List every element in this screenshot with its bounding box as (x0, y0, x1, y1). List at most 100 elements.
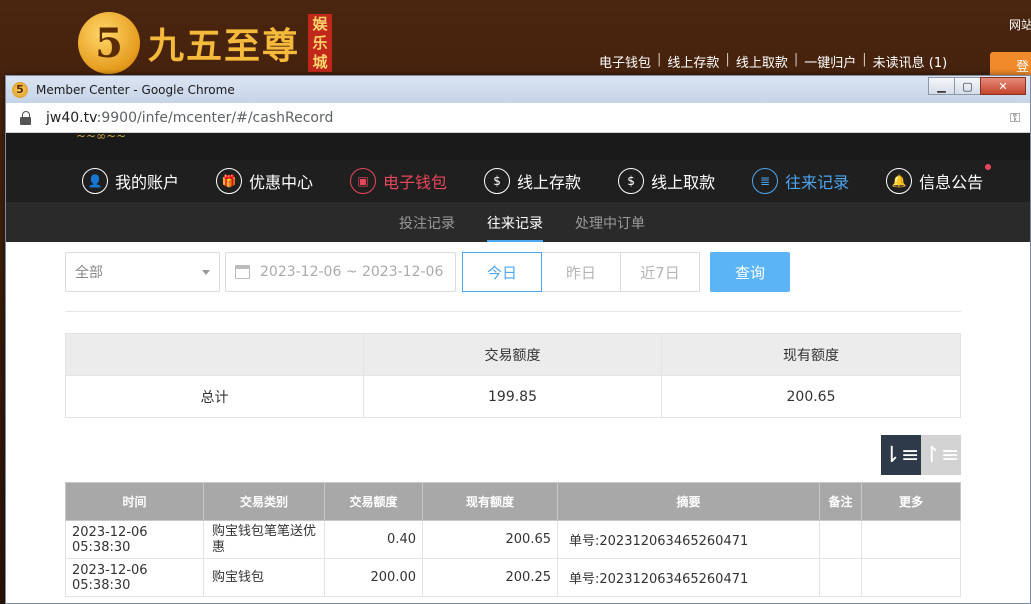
site-header: ~~∞~~ (6, 133, 1030, 160)
summary-header (65, 333, 364, 376)
sort-asc-icon[interactable]: ↾≡ (921, 435, 961, 475)
today-button[interactable]: 今日 (462, 252, 542, 292)
cell-amount: 200.00 (324, 558, 423, 597)
minimize-icon[interactable]: ▁ (928, 77, 955, 95)
column-header-more: 更多 (861, 482, 961, 521)
favicon-icon: 5 (12, 81, 28, 98)
nav-label: 往来记录 (785, 173, 850, 192)
nav-item-announcements[interactable]: 🔔 信息公告 (886, 164, 992, 194)
separator: | (793, 52, 799, 67)
top-link-deposit[interactable]: 线上存款 (667, 52, 719, 71)
gift-icon: 🎁 (216, 168, 243, 194)
summary-header-row: 交易额度 现有额度 (65, 333, 961, 376)
summary-header: 交易额度 (363, 333, 662, 376)
filter-bar: 全部 2023-12-06 ~ 2023-12-06 今日 昨日 近7日 查询 (65, 252, 1030, 292)
page-content: ~~∞~~ 👤 我的账户 🎁 优惠中心 ▣ 电子钱包 $ 线上存款 $ 线上取款 (6, 133, 1030, 603)
site-logo[interactable]: 5 九五至尊 娱 乐 城 (78, 12, 333, 74)
address-bar[interactable]: jw40.tv:9900/infe/mcenter/#/cashRecord ⚿ (6, 103, 1030, 133)
column-header-amount: 交易额度 (324, 482, 423, 521)
sort-desc-icon[interactable]: ⇂≡ (881, 435, 921, 475)
table-row: 2023-12-06 05:38:30 购宝钱包笔笔送优惠 0.40 200.6… (65, 520, 961, 559)
summary-amount: 199.85 (363, 375, 662, 418)
top-link-consolidate[interactable]: 一键归户 (804, 52, 856, 71)
logo-tag-char: 乐 (312, 33, 328, 52)
column-header-balance: 现有额度 (422, 482, 558, 521)
top-link-withdraw[interactable]: 线上取款 (736, 52, 788, 71)
notification-dot (985, 164, 992, 170)
window-controls: ▁ ▢ ✕ (928, 77, 1026, 95)
top-link-messages[interactable]: 未读讯息 (1) (873, 52, 948, 71)
cell-amount: 0.40 (324, 520, 423, 559)
url-host: jw40.tv (46, 109, 97, 126)
logo-tag: 娱 乐 城 (308, 14, 333, 72)
logo-tag-char: 娱 (312, 14, 328, 33)
summary-row: 总计 199.85 200.65 (65, 375, 961, 418)
cell-remark (819, 558, 862, 597)
url-text[interactable]: jw40.tv:9900/infe/mcenter/#/cashRecord (46, 110, 333, 126)
query-button[interactable]: 查询 (710, 252, 790, 292)
column-header-memo: 摘要 (557, 482, 820, 521)
cell-memo: 单号:202312063465260471 (557, 558, 820, 597)
maximize-icon[interactable]: ▢ (954, 77, 981, 95)
cell-remark (819, 520, 862, 559)
cell-balance: 200.65 (422, 520, 558, 559)
cell-time: 2023-12-06 05:38:30 (65, 520, 204, 559)
tab-bet-records[interactable]: 投注记录 (383, 202, 471, 242)
window-title: Member Center - Google Chrome (36, 82, 235, 97)
title-bar[interactable]: 5 Member Center - Google Chrome ▁ ▢ ✕ (6, 76, 1030, 103)
column-header-time: 时间 (65, 482, 204, 521)
type-select[interactable]: 全部 (65, 252, 220, 292)
close-icon[interactable]: ✕ (980, 77, 1026, 95)
cell-type: 购宝钱包笔笔送优惠 (203, 520, 325, 559)
column-header-type: 交易类别 (203, 482, 325, 521)
record-icon: ≣ (752, 168, 779, 194)
separator: | (657, 52, 662, 67)
date-range-input[interactable]: 2023-12-06 ~ 2023-12-06 (225, 252, 456, 292)
deposit-icon: $ (484, 168, 511, 194)
sub-nav: 投注记录 往来记录 处理中订单 (6, 202, 1030, 242)
nav-label: 线上存款 (517, 173, 582, 192)
summary-label: 总计 (65, 375, 364, 418)
lock-icon[interactable] (20, 110, 32, 125)
corner-text: 网站 (1009, 18, 1031, 32)
cell-memo: 单号:202312063465260471 (557, 520, 820, 559)
last-7-days-button[interactable]: 近7日 (620, 252, 700, 292)
logo-emblem: 5 (78, 12, 140, 74)
sort-buttons: ⇂≡ ↾≡ (65, 435, 961, 475)
summary-table: 交易额度 现有额度 总计 199.85 200.65 (65, 333, 961, 418)
top-link-wallet[interactable]: 电子钱包 (599, 52, 651, 71)
nav-item-wallet[interactable]: ▣ 电子钱包 (350, 168, 447, 194)
date-range-value: 2023-12-06 ~ 2023-12-06 (260, 264, 444, 280)
summary-header: 现有额度 (661, 333, 961, 376)
records-header-row: 时间 交易类别 交易额度 现有额度 摘要 备注 更多 (65, 482, 961, 521)
records-table: 时间 交易类别 交易额度 现有额度 摘要 备注 更多 2023-12-06 05… (65, 482, 961, 597)
top-links: 电子钱包 | 线上存款 | 线上取款 | 一键归户 | 未读讯息 (1) (599, 52, 947, 71)
nav-item-promotions[interactable]: 🎁 优惠中心 (216, 168, 313, 194)
divider (65, 311, 961, 312)
tab-transaction-records[interactable]: 往来记录 (471, 202, 559, 242)
table-row: 2023-12-06 05:38:30 购宝钱包 200.00 200.25 单… (65, 558, 961, 597)
separator: | (725, 52, 730, 67)
nav-item-deposit[interactable]: $ 线上存款 (484, 168, 581, 194)
nav-label: 优惠中心 (249, 173, 314, 192)
nav-label: 信息公告 (919, 173, 984, 192)
withdraw-icon: $ (618, 168, 645, 194)
main-nav: 👤 我的账户 🎁 优惠中心 ▣ 电子钱包 $ 线上存款 $ 线上取款 ≣ 往来记 (6, 160, 1030, 202)
cell-balance: 200.25 (422, 558, 558, 597)
cell-more[interactable] (861, 520, 961, 559)
summary-balance: 200.65 (661, 375, 961, 418)
calendar-icon (235, 265, 250, 279)
logo-tag-char: 城 (312, 52, 328, 71)
nav-item-account[interactable]: 👤 我的账户 (82, 168, 179, 194)
yesterday-button[interactable]: 昨日 (541, 252, 621, 292)
nav-item-records[interactable]: ≣ 往来记录 (752, 168, 849, 194)
cell-type: 购宝钱包 (203, 558, 325, 597)
wallet-icon: ▣ (350, 168, 377, 194)
key-icon[interactable]: ⚿ (1010, 111, 1020, 126)
tab-pending-orders[interactable]: 处理中订单 (559, 202, 661, 242)
separator: | (862, 52, 867, 67)
header-ornament: ~~∞~~ (76, 133, 127, 143)
cell-more[interactable] (861, 558, 961, 597)
nav-item-withdraw[interactable]: $ 线上取款 (618, 168, 715, 194)
chevron-down-icon (202, 270, 210, 275)
